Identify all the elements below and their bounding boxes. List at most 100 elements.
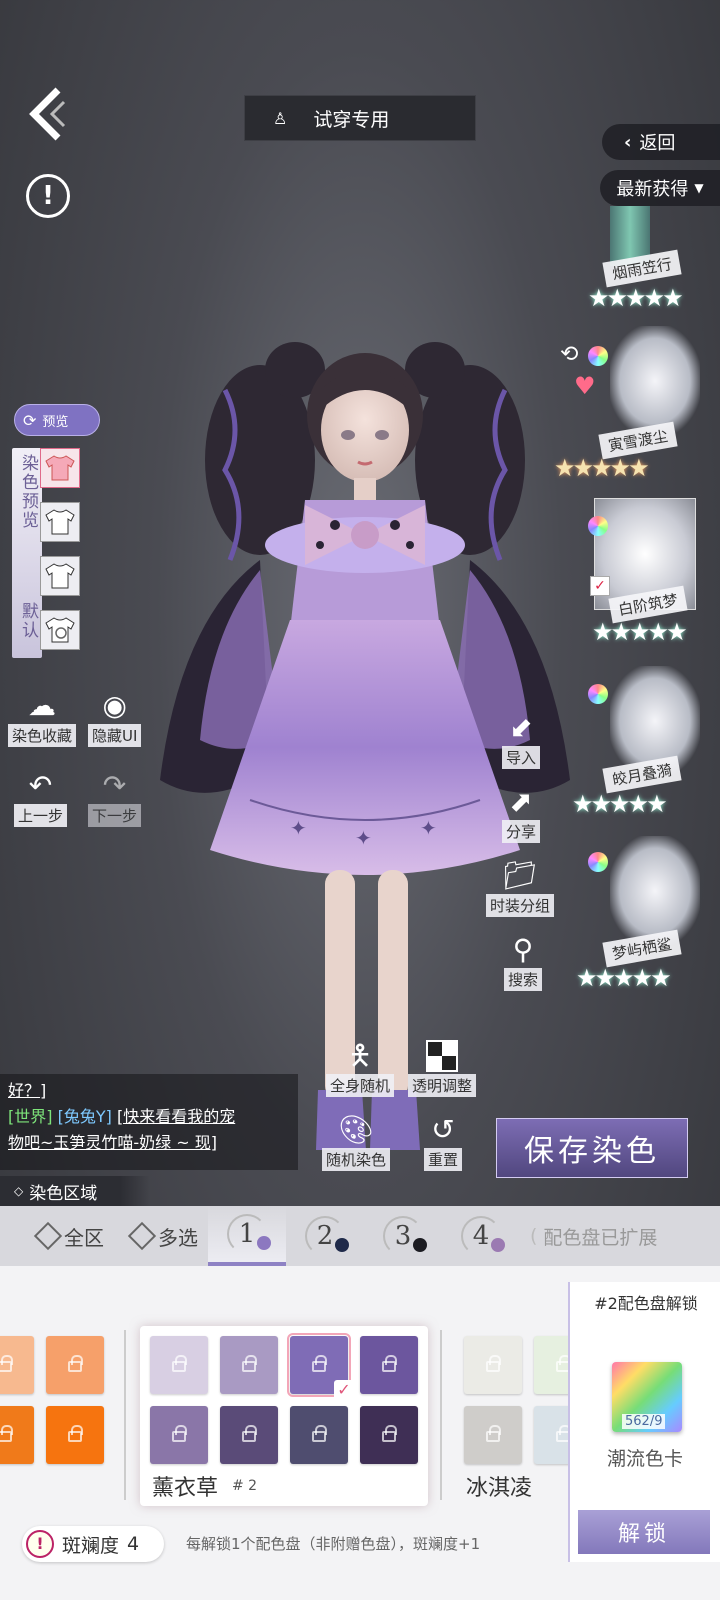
- slot-color-dot: [335, 1238, 349, 1252]
- region-slot-1[interactable]: 1: [208, 1206, 286, 1266]
- color-swatch[interactable]: [150, 1336, 208, 1394]
- back-arrow-button[interactable]: [24, 86, 72, 142]
- outfit-thumb[interactable]: [610, 326, 700, 436]
- lock-icon: [486, 1425, 501, 1442]
- preview-tab-label: 预览: [42, 414, 69, 430]
- color-swatch[interactable]: [0, 1406, 34, 1464]
- dye-palette-icon: [588, 346, 608, 366]
- dress-icon: ♙: [273, 108, 288, 128]
- unlock-button[interactable]: 解锁: [578, 1510, 710, 1554]
- preview-toggle[interactable]: ⟳ 预览: [14, 404, 100, 436]
- brilliance-label: 斑斓度: [62, 1534, 120, 1557]
- shirt-reset-option[interactable]: [40, 610, 80, 650]
- chevron-left-icon: [29, 87, 66, 141]
- slot-color-dot: [413, 1238, 427, 1252]
- color-swatch[interactable]: [0, 1336, 34, 1394]
- palette-card-lavender[interactable]: ✓ 薰衣草 # 2: [140, 1326, 428, 1506]
- save-dye-button[interactable]: 保存染色: [496, 1118, 688, 1178]
- lock-icon: [486, 1355, 501, 1372]
- random-dye-button[interactable]: 🎨︎ 随机染色: [322, 1114, 391, 1171]
- region-slot-2[interactable]: 2: [286, 1206, 364, 1266]
- reset-button[interactable]: ↺ 重置: [424, 1114, 463, 1171]
- eye-off-icon: ◉: [102, 689, 127, 722]
- info-alert-icon[interactable]: !: [26, 174, 70, 218]
- region-all-toggle[interactable]: 全区: [33, 1221, 104, 1251]
- hide-ui-button[interactable]: ◉ 隐藏UI: [88, 689, 142, 747]
- default-label: 默认: [18, 602, 38, 640]
- region-slot-3[interactable]: 3: [364, 1206, 442, 1266]
- color-swatch[interactable]: [46, 1406, 104, 1464]
- region-all-label: 全区: [64, 1225, 104, 1250]
- redo-button[interactable]: ↷ 下一步: [88, 769, 142, 827]
- sort-dropdown[interactable]: 最新获得 ▼: [600, 170, 720, 206]
- dye-collect-button[interactable]: ☁ 染色收藏: [8, 689, 77, 747]
- full-random-button[interactable]: 🯅 全身随机: [326, 1039, 395, 1097]
- redo-arrow-icon: ↷: [102, 769, 127, 802]
- return-button[interactable]: ‹ 返回: [602, 124, 720, 160]
- color-card-name: 潮流色卡: [606, 1448, 683, 1470]
- redo-label: 下一步: [88, 804, 142, 827]
- color-swatch[interactable]: [150, 1406, 208, 1464]
- color-swatch[interactable]: [220, 1406, 278, 1464]
- reset-label: 重置: [424, 1148, 463, 1171]
- lock-icon: [68, 1355, 83, 1372]
- palette-name: 冰淇凌: [466, 1476, 533, 1501]
- import-button[interactable]: ⬋ 导入: [502, 712, 541, 769]
- outfit-group-label: 时装分组: [486, 894, 555, 917]
- return-label: 返回: [639, 133, 676, 154]
- color-swatch[interactable]: [360, 1336, 418, 1394]
- try-on-label: 试穿专用: [313, 108, 390, 131]
- dye-preview-panel: 染色预览 默认: [12, 448, 42, 658]
- lock-icon: [172, 1355, 187, 1372]
- checkbox-checked-icon[interactable]: ✓: [590, 576, 610, 596]
- search-icon: ⚲: [512, 933, 534, 966]
- undo-button[interactable]: ↶ 上一步: [14, 770, 68, 827]
- shirt-white-option-1[interactable]: [40, 502, 80, 542]
- dye-region-bar: 全区 多选 1 2 3 4 ( 配色盘已扩展: [0, 1206, 720, 1266]
- palette-divider: [124, 1330, 126, 1500]
- outfit-group-button[interactable]: 📁︎ 时装分组: [486, 860, 555, 917]
- color-swatch[interactable]: [46, 1336, 104, 1394]
- color-swatch[interactable]: [464, 1336, 522, 1394]
- outfit-thumb[interactable]: [610, 836, 700, 946]
- search-button[interactable]: ⚲ 搜索: [504, 933, 543, 991]
- shirt-reset-icon: [45, 617, 75, 643]
- dye-palette-icon: [588, 684, 608, 704]
- outfit-stars: ★★★★★: [588, 284, 684, 312]
- unlock-label: 解锁: [617, 1522, 670, 1547]
- shirt-icon: [45, 563, 75, 589]
- palette-expanded-note: ( 配色盘已扩展: [530, 1223, 657, 1250]
- transparency-button[interactable]: 透明调整: [408, 1040, 477, 1097]
- share-button[interactable]: ⬈ 分享: [502, 786, 541, 843]
- shirt-pink-option[interactable]: [40, 448, 80, 488]
- shirt-preview-list: [40, 448, 80, 650]
- person-shuffle-icon: 🯅: [347, 1039, 373, 1072]
- share-label: 分享: [502, 820, 541, 843]
- region-multi-toggle[interactable]: 多选: [127, 1221, 198, 1251]
- lock-icon: [242, 1355, 257, 1372]
- dye-preview-label: 染色预览: [18, 454, 38, 530]
- chat-username[interactable]: [兔兔Y]: [58, 1107, 112, 1126]
- sort-label: 最新获得: [616, 179, 689, 200]
- color-swatch[interactable]: ✓: [287, 1333, 354, 1400]
- dye-palette-icon: [588, 852, 608, 872]
- rotate-icon[interactable]: ⟲: [560, 342, 578, 367]
- color-swatch[interactable]: [220, 1336, 278, 1394]
- undo-label: 上一步: [14, 804, 68, 827]
- color-swatch[interactable]: [360, 1406, 418, 1464]
- region-slot-4[interactable]: 4: [442, 1206, 520, 1266]
- color-swatch[interactable]: [464, 1406, 522, 1464]
- slot-color-dot: [491, 1238, 505, 1252]
- brilliance-badge[interactable]: ! 斑斓度 4: [22, 1526, 164, 1562]
- heart-icon[interactable]: ♥: [574, 372, 596, 400]
- lock-icon: [0, 1425, 13, 1442]
- caret-down-icon: ▼: [694, 181, 704, 195]
- shirt-white-option-2[interactable]: [40, 556, 80, 596]
- dye-region-header: ◇ 染色区域: [0, 1176, 150, 1206]
- color-swatch[interactable]: [290, 1406, 348, 1464]
- transparency-label: 透明调整: [408, 1074, 477, 1097]
- cloud-plus-icon: ☁: [28, 689, 56, 722]
- palette-number: # 2: [232, 1478, 258, 1494]
- diamond-icon: [127, 1221, 157, 1251]
- chat-box[interactable]: 好？] [世界] [兔兔Y] [快来看看我的宠 物吧~玉笋灵竹喵-奶绿 ~ 现]: [0, 1074, 298, 1170]
